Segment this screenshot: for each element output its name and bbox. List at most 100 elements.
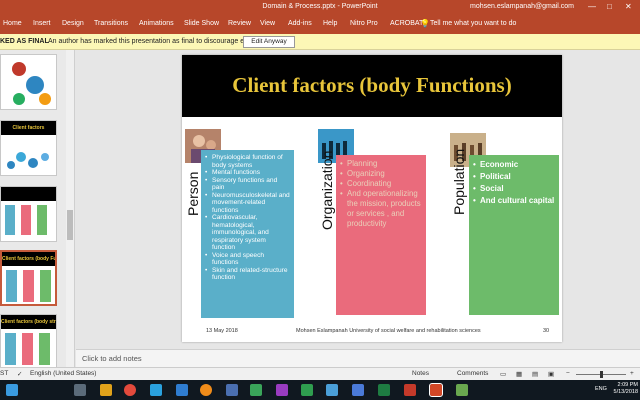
person-box: Physiological function of body systems M… <box>201 150 294 318</box>
notes-pane[interactable]: Click to add notes <box>76 349 640 367</box>
app-icon[interactable] <box>276 384 288 396</box>
tab-animations[interactable]: Animations <box>139 20 174 27</box>
person-item: Skin and related-structure function <box>205 267 290 282</box>
spellcheck-icon[interactable]: ✓ <box>17 370 22 378</box>
thumbnail-title: Client factors (body structure) <box>1 315 56 329</box>
tab-nitro-pro[interactable]: Nitro Pro <box>350 20 378 27</box>
population-item: Political <box>473 171 555 183</box>
person-item: Mental functions <box>205 169 290 177</box>
tab-help[interactable]: Help <box>323 20 337 27</box>
slide-thumbnails-pane: Client factors Client factors (body Func… <box>0 50 75 370</box>
organization-item: Coordinating <box>340 179 422 189</box>
footer-slide-number: 30 <box>543 328 550 334</box>
tab-review[interactable]: Review <box>228 20 251 27</box>
marked-final-label: KED AS FINAL <box>0 38 49 45</box>
column-label-organization: Organization <box>319 150 335 230</box>
taskbar-clock[interactable]: 2:09 PM 5/13/2018 <box>610 382 638 396</box>
tab-view[interactable]: View <box>260 20 275 27</box>
column-label-person: Person <box>185 171 201 216</box>
normal-view-icon[interactable]: ▭ <box>500 370 506 378</box>
population-box: Economic Political Social And cultural c… <box>469 155 559 315</box>
slide-canvas[interactable]: Client factors (body Functions) Person P… <box>182 55 562 342</box>
slide-sorter-icon[interactable]: ▦ <box>516 370 522 378</box>
file-explorer-icon[interactable] <box>100 384 112 396</box>
zoom-slider-thumb[interactable] <box>600 371 603 378</box>
clock-date: 5/13/2018 <box>613 389 638 395</box>
tab-add-ins[interactable]: Add-ins <box>288 20 312 27</box>
person-item: Physiological function of body systems <box>205 154 290 169</box>
tab-acrobat[interactable]: ACROBAT <box>390 20 423 27</box>
slide-thumbnail-selected[interactable]: Client factors (body Functions) <box>0 250 57 306</box>
app-icon[interactable] <box>456 384 468 396</box>
powerpoint-icon[interactable] <box>429 383 443 397</box>
slide-thumbnail[interactable] <box>0 186 57 242</box>
clock-time: 2:09 PM <box>617 382 638 388</box>
person-item: Sensory functions and pain <box>205 177 290 192</box>
tab-design[interactable]: Design <box>62 20 84 27</box>
notes-button[interactable]: Notes <box>412 370 429 377</box>
acrobat-icon[interactable] <box>404 384 416 396</box>
thumbnails-scroll-thumb[interactable] <box>67 210 73 240</box>
thumbnail-title: Client factors (body Functions) <box>2 252 55 266</box>
ribbon-tabs: Home Insert Design Transitions Animation… <box>0 16 640 34</box>
windows-start-icon[interactable] <box>6 384 18 396</box>
footer-author: Mohsen Eslampanah University of social w… <box>296 328 481 334</box>
app-icon[interactable] <box>301 384 313 396</box>
population-item: Economic <box>473 159 555 171</box>
title-bar: Domain & Process.pptx - PowerPoint mohse… <box>0 0 640 16</box>
app-icon[interactable] <box>226 384 238 396</box>
minimize-button[interactable]: — <box>588 2 596 11</box>
column-label-population: Population <box>451 148 467 215</box>
organization-item: And operationalizing the mission, produc… <box>340 189 422 229</box>
telegram-icon[interactable] <box>150 384 162 396</box>
tab-transitions[interactable]: Transitions <box>94 20 128 27</box>
thumbnail-title <box>1 187 56 201</box>
person-item: Voice and speech functions <box>205 252 290 267</box>
status-bar: ST ✓ English (United States) Notes Comme… <box>0 367 640 380</box>
maximize-button[interactable]: □ <box>607 2 612 11</box>
reading-view-icon[interactable]: ▤ <box>532 370 538 378</box>
firefox-icon[interactable] <box>200 384 212 396</box>
zoom-in-icon[interactable]: + <box>630 370 634 377</box>
excel-icon[interactable] <box>378 384 390 396</box>
thumbnails-scrollbar[interactable] <box>66 50 74 367</box>
person-item: Cardiovascular, hematological, immunolog… <box>205 214 290 252</box>
slide-thumbnail[interactable]: Client factors <box>0 120 57 176</box>
person-item: Neuromusculoskeletal and movement-relate… <box>205 192 290 215</box>
slide-thumbnail[interactable] <box>0 54 57 110</box>
tab-insert[interactable]: Insert <box>33 20 51 27</box>
lightbulb-icon: 💡 <box>420 19 430 28</box>
app-icon[interactable] <box>250 384 262 396</box>
notes-placeholder[interactable]: Click to add notes <box>82 354 142 363</box>
organization-box: Planning Organizing Coordinating And ope… <box>336 155 426 315</box>
user-account[interactable]: mohsen.eslampanah@gmail.com <box>470 3 574 10</box>
thumbnail-diagram <box>12 62 51 105</box>
edit-anyway-button[interactable]: Edit Anyway <box>243 36 295 48</box>
slide-title-banner: Client factors (body Functions) <box>182 55 562 117</box>
population-item: Social <box>473 183 555 195</box>
marked-final-message: An author has marked this presentation a… <box>48 38 263 45</box>
footer-date: 13 May 2018 <box>206 328 238 334</box>
language-indicator[interactable]: ENG <box>595 386 607 392</box>
slideshow-icon[interactable]: ▣ <box>548 370 554 378</box>
app-icon[interactable] <box>326 384 338 396</box>
thumbnail-diagram <box>7 152 49 169</box>
windows-taskbar: ENG 2:09 PM 5/13/2018 <box>0 380 640 400</box>
tell-me-search[interactable]: Tell me what you want to do <box>430 20 516 27</box>
population-item: And cultural capital <box>473 195 555 207</box>
organization-item: Planning <box>340 159 422 169</box>
marked-final-bar: KED AS FINAL An author has marked this p… <box>0 34 640 50</box>
tab-slide-show[interactable]: Slide Show <box>184 20 219 27</box>
slide-thumbnail[interactable]: Client factors (body structure) <box>0 314 57 370</box>
app-icon[interactable] <box>352 384 364 396</box>
tab-home[interactable]: Home <box>3 20 22 27</box>
language-indicator[interactable]: English (United States) <box>30 370 96 377</box>
thumbnail-title: Client factors <box>1 121 56 135</box>
task-view-icon[interactable] <box>74 384 86 396</box>
close-button[interactable]: ✕ <box>625 2 632 11</box>
zoom-out-icon[interactable]: − <box>566 370 570 377</box>
chrome-icon[interactable] <box>124 384 136 396</box>
app-icon[interactable] <box>176 384 188 396</box>
comments-button[interactable]: Comments <box>457 370 488 377</box>
organization-item: Organizing <box>340 169 422 179</box>
